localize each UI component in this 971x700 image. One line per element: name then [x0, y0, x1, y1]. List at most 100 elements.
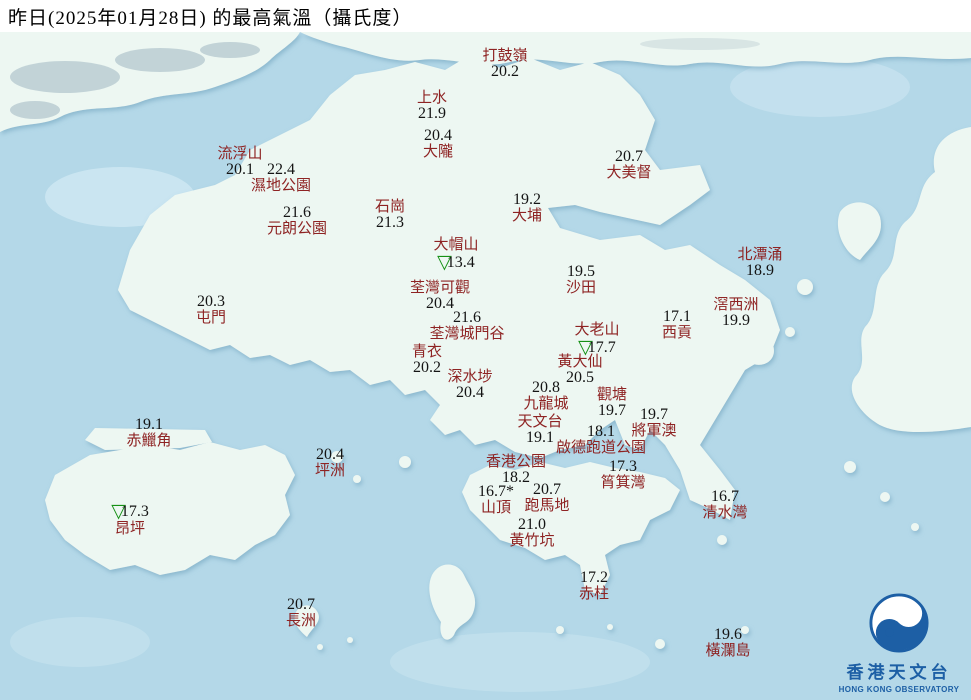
station-大埔: 19.2 大埔: [511, 191, 543, 225]
station-value: 21.9: [417, 105, 446, 122]
station-name: 上水: [416, 90, 448, 106]
station-value: 20.4: [315, 446, 344, 463]
page-title: 昨日(2025年01月28日) 的最高氣溫（攝氏度）: [8, 7, 413, 29]
station-大老山: 大老山 ▽17.7: [574, 322, 619, 357]
station-name: 大帽山: [433, 237, 479, 253]
station-value: 19.7: [639, 406, 668, 423]
station-value: 17.1: [662, 308, 691, 325]
station-元朗公園: 21.6 元朗公園: [266, 204, 328, 238]
station-name: 赤鱲角: [126, 433, 172, 449]
station-name: 沙田: [565, 280, 597, 296]
station-value: 20.3: [196, 293, 225, 310]
station-value: 20.7: [532, 481, 561, 498]
station-name: 山頂: [480, 500, 511, 516]
station-value: 20.8: [531, 379, 560, 396]
station-value: 16.7: [710, 488, 739, 505]
station-北潭涌: 北潭涌 18.9: [737, 247, 782, 279]
station-name: 濕地公園: [250, 178, 312, 194]
station-value: ▽13.4: [437, 252, 475, 273]
station-name: 屯門: [195, 310, 227, 326]
station-name: 西貢: [661, 325, 693, 341]
station-value: 19.6: [713, 626, 742, 643]
logo-name-chinese: 香港天文台: [846, 663, 952, 683]
station-name: 青衣: [411, 344, 443, 360]
station-西貢: 17.1 西貢: [661, 308, 693, 342]
station-name: 清水灣: [702, 505, 748, 521]
station-赤鱲角: 19.1 赤鱲角: [126, 416, 172, 450]
station-name: 昂坪: [114, 521, 145, 537]
station-name: 黃竹坑: [509, 533, 555, 549]
station-大美督: 20.7 大美督: [606, 148, 652, 182]
station-value: 22.4: [266, 161, 295, 178]
station-name: 元朗公園: [266, 221, 328, 237]
station-name: 荃灣城門谷: [429, 326, 505, 342]
hko-logo-icon: [869, 593, 929, 653]
station-上水: 上水 21.9: [417, 90, 447, 122]
station-name: 流浮山: [217, 146, 263, 162]
station-name: 啟德跑道公園: [555, 440, 647, 456]
station-青衣: 青衣 20.2: [412, 344, 442, 376]
station-value: 16.7*: [478, 483, 514, 500]
station-name: 荃灣可觀: [409, 280, 471, 296]
station-value: 19.2: [512, 191, 541, 208]
hko-logo: 香港天文台 HONG KONG OBSERVATORY: [829, 592, 969, 694]
station-value: 20.7: [286, 596, 315, 613]
station-value: 17.3: [608, 458, 637, 475]
station-荃灣城門谷: 21.6 荃灣城門谷: [429, 309, 505, 343]
station-name: 黃大仙: [557, 354, 603, 370]
station-value: 20.2: [412, 359, 441, 376]
station-name: 筲箕灣: [600, 475, 646, 491]
station-name: 大老山: [574, 322, 620, 338]
station-name: 深水埗: [447, 369, 493, 385]
station-value: 20.4: [455, 384, 484, 401]
station-name: 大美督: [606, 165, 652, 181]
hko-max-temperature-map-page: 昨日(2025年01月28日) 的最高氣溫（攝氏度） 打鼓嶺 20.2 上水 2…: [0, 0, 971, 700]
station-value: 21.0: [517, 516, 546, 533]
station-大隴: 20.4 大隴: [422, 127, 454, 161]
station-大帽山: 大帽山 ▽13.4: [433, 237, 478, 272]
station-value: 18.1: [586, 423, 615, 440]
station-昂坪: ▽17.3 昂坪: [111, 502, 149, 537]
station-赤柱: 17.2 赤柱: [578, 570, 610, 603]
station-value: 19.5: [566, 263, 595, 280]
station-筲箕灣: 17.3 筲箕灣: [600, 458, 646, 492]
station-name: 橫瀾島: [705, 643, 751, 659]
station-屯門: 20.3 屯門: [195, 293, 227, 327]
station-清水灣: 16.7 清水灣: [702, 488, 748, 522]
station-啟德跑道公園: 18.1 啟德跑道公園: [555, 423, 647, 457]
hill-station-marker-icon: ▽: [437, 252, 452, 273]
station-name: 長洲: [285, 613, 317, 629]
station-name: 大隴: [422, 144, 454, 160]
station-name: 打鼓嶺: [482, 48, 528, 64]
station-name: 九龍城: [523, 396, 569, 412]
station-value: 20.4: [423, 127, 452, 144]
station-value: 21.6: [282, 204, 311, 221]
station-沙田: 19.5 沙田: [565, 263, 597, 297]
station-濕地公園: 22.4 濕地公園: [250, 161, 312, 195]
station-name: 坪洲: [314, 463, 346, 479]
stations-layer: 打鼓嶺 20.2 上水 21.9 20.4 大隴 流浮山 20.1 22.4 濕地公園 21.6 元朗…: [0, 32, 971, 700]
station-滘西洲: 滘西洲 19.9: [713, 297, 758, 329]
station-value: ▽17.3: [111, 501, 149, 522]
station-value: 19.9: [721, 312, 750, 329]
station-value: 20.7: [614, 148, 643, 165]
station-value: 19.7: [597, 402, 626, 419]
station-觀塘: 觀塘 19.7: [597, 387, 627, 419]
map-area: 打鼓嶺 20.2 上水 21.9 20.4 大隴 流浮山 20.1 22.4 濕地公園 21.6 元朗…: [0, 32, 971, 700]
station-黃竹坑: 21.0 黃竹坑: [509, 516, 555, 550]
station-value: 21.6: [452, 309, 481, 326]
station-name: 赤柱: [578, 586, 610, 602]
station-長洲: 20.7 長洲: [285, 596, 317, 630]
station-坪洲: 20.4 坪洲: [314, 446, 346, 480]
station-石崗: 石崗 21.3: [375, 199, 405, 231]
station-value: 19.1: [134, 416, 163, 433]
station-橫瀾島: 19.6 橫瀾島: [705, 626, 751, 660]
station-name: 滘西洲: [713, 297, 759, 313]
station-跑馬地: 20.7 跑馬地: [524, 481, 570, 515]
station-山頂: 16.7* 山頂: [478, 483, 514, 517]
station-name: 跑馬地: [524, 498, 570, 514]
title-bar: 昨日(2025年01月28日) 的最高氣溫（攝氏度）: [0, 0, 971, 32]
station-深水埗: 深水埗 20.4: [447, 369, 492, 401]
station-name: 香港公園: [485, 454, 547, 470]
station-name: 大埔: [511, 208, 543, 224]
